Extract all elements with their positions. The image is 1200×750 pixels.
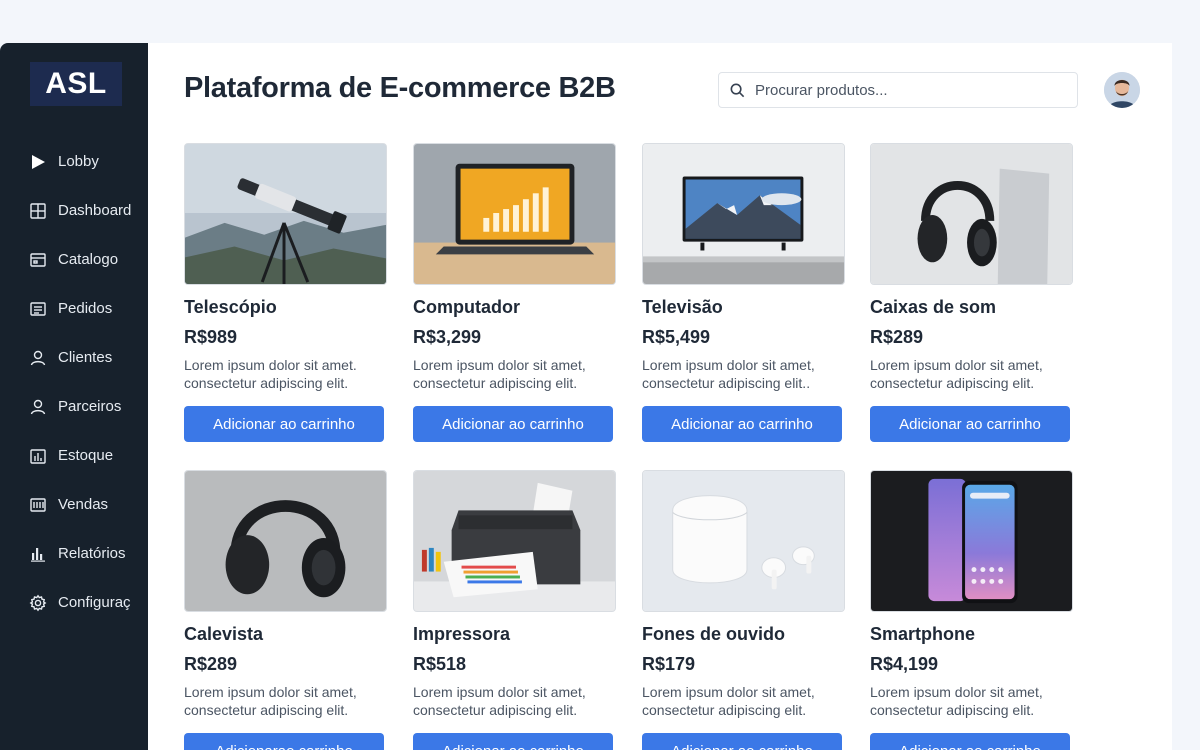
product-name: Calevista (184, 624, 264, 644)
sidebar-item-estoque[interactable]: Estoque (0, 431, 148, 480)
product-name: Impressora (413, 624, 511, 644)
product-description: Lorem ipsum dolor sit amet, consectetur … (413, 357, 586, 391)
play-icon (29, 153, 47, 171)
product-image-headphones[interactable] (184, 470, 387, 612)
inventory-icon (29, 447, 47, 465)
sidebar-item-label: Catalogo (58, 251, 119, 268)
product-name: Televisão (642, 297, 723, 317)
product-image-computer[interactable] (413, 143, 616, 285)
sidebar-item-label: Dashboard (58, 202, 132, 219)
add-to-cart-button[interactable]: Adicionar ao carrinho (413, 733, 613, 750)
product-price: R$3,299 (413, 327, 482, 347)
sidebar-item-dashboard[interactable]: Dashboard (0, 186, 148, 235)
product-card: Calevista R$289 Lorem ipsum dolor sit am… (184, 470, 388, 750)
product-name: Smartphone (870, 624, 976, 644)
sidebar-item-configuracoes[interactable]: Configuraç (0, 578, 148, 627)
user-icon (29, 398, 47, 416)
catalog-icon (29, 251, 47, 269)
sidebar-item-relatorios[interactable]: Relatórios (0, 529, 148, 578)
product-price: R$518 (413, 654, 467, 674)
add-to-cart-button[interactable]: Adicionar ao carrinho (184, 406, 384, 442)
sidebar-item-label: Configuraç (58, 594, 131, 611)
sidebar-item-vendas[interactable]: Vendas (0, 480, 148, 529)
add-to-cart-button[interactable]: Adicionar ao carrinho (413, 406, 613, 442)
product-image-earbuds[interactable] (642, 470, 845, 612)
product-price: R$289 (870, 327, 924, 347)
product-image-telescope[interactable] (184, 143, 387, 285)
sidebar-item-label: Lobby (58, 153, 99, 170)
sidebar-nav: Lobby Dashboard Catalogo Pedidos Cliente… (0, 137, 148, 627)
product-card: Telescópio R$989 Lorem ipsum dolor sit a… (184, 143, 388, 442)
orders-icon (29, 300, 47, 318)
product-price: R$179 (642, 654, 696, 674)
product-price: R$5,499 (642, 327, 711, 347)
product-name: Computador (413, 297, 520, 317)
avatar[interactable] (1104, 72, 1140, 108)
add-to-cart-button[interactable]: Adicionarao carrinho (184, 733, 384, 750)
sales-icon (29, 496, 47, 514)
product-description: Lorem ipsum dolor sit amet, consectetur … (642, 357, 815, 391)
sidebar-item-lobby[interactable]: Lobby (0, 137, 148, 186)
sidebar: ASL Lobby Dashboard Catalogo Pedidos Cli… (0, 43, 148, 750)
product-description: Lorem ipsum dolor sit amet, consectetur … (642, 684, 815, 718)
product-card: Caixas de som R$289 Lorem ipsum dolor si… (870, 143, 1074, 442)
product-card: Impressora R$518 Lorem ipsum dolor sit a… (413, 470, 617, 750)
add-to-cart-button[interactable]: Adicionar ao carrinho (642, 406, 842, 442)
product-description: Lorem ipsum dolor sit amet, consectetur … (413, 684, 586, 718)
add-to-cart-button[interactable]: Adicionar ao carrinho (870, 733, 1070, 750)
logo[interactable]: ASL (30, 62, 122, 106)
product-name: Fones de ouvido (642, 624, 786, 644)
search-input[interactable] (755, 81, 1055, 99)
search-icon (730, 83, 745, 97)
product-description: Lorem ipsum dolor sit amet, consectetur … (870, 684, 1043, 718)
sidebar-item-pedidos[interactable]: Pedidos (0, 284, 148, 333)
product-image-television[interactable] (642, 143, 845, 285)
product-image-printer[interactable] (413, 470, 616, 612)
page-title: Plataforma de E-commerce B2B (184, 72, 616, 104)
product-card: Fones de ouvido R$179 Lorem ipsum dolor … (642, 470, 846, 750)
product-image-smartphone[interactable] (870, 470, 1073, 612)
product-card: Computador R$3,299 Lorem ipsum dolor sit… (413, 143, 617, 442)
product-price: R$4,199 (870, 654, 939, 674)
sidebar-item-label: Parceiros (58, 398, 122, 415)
add-to-cart-button[interactable]: Adicionar ao carrinho (870, 406, 1070, 442)
sidebar-item-label: Pedidos (58, 300, 113, 317)
sidebar-item-parceiros[interactable]: Parceiros (0, 382, 148, 431)
product-card: Smartphone R$4,199 Lorem ipsum dolor sit… (870, 470, 1074, 750)
product-image-speakers[interactable] (870, 143, 1073, 285)
user-icon (29, 349, 47, 367)
product-description: Lorem ipsum dolor sit amet, consectetur … (184, 684, 357, 718)
product-name: Caixas de som (870, 297, 997, 317)
add-to-cart-button[interactable]: Adicionar ao carrinho (642, 733, 842, 750)
product-name: Telescópio (184, 297, 277, 317)
search-box[interactable] (718, 72, 1078, 108)
sidebar-item-label: Clientes (58, 349, 113, 366)
sidebar-item-clientes[interactable]: Clientes (0, 333, 148, 382)
sidebar-item-catalogo[interactable]: Catalogo (0, 235, 148, 284)
grid-icon (29, 202, 47, 220)
product-card: Televisão R$5,499 Lorem ipsum dolor sit … (642, 143, 846, 442)
sidebar-item-label: Relatórios (58, 545, 126, 562)
sidebar-item-label: Vendas (58, 496, 109, 513)
sidebar-item-label: Estoque (58, 447, 114, 464)
product-price: R$289 (184, 654, 238, 674)
gear-icon (29, 594, 47, 612)
product-description: Lorem ipsum dolor sit amet. consectetur … (184, 357, 357, 391)
main-content: Plataforma de E-commerce B2B Procurar pr… (148, 43, 1172, 750)
bar-chart-icon (29, 545, 47, 563)
product-description: Lorem ipsum dolor sit amet, consectetur … (870, 357, 1043, 391)
product-price: R$989 (184, 327, 238, 347)
